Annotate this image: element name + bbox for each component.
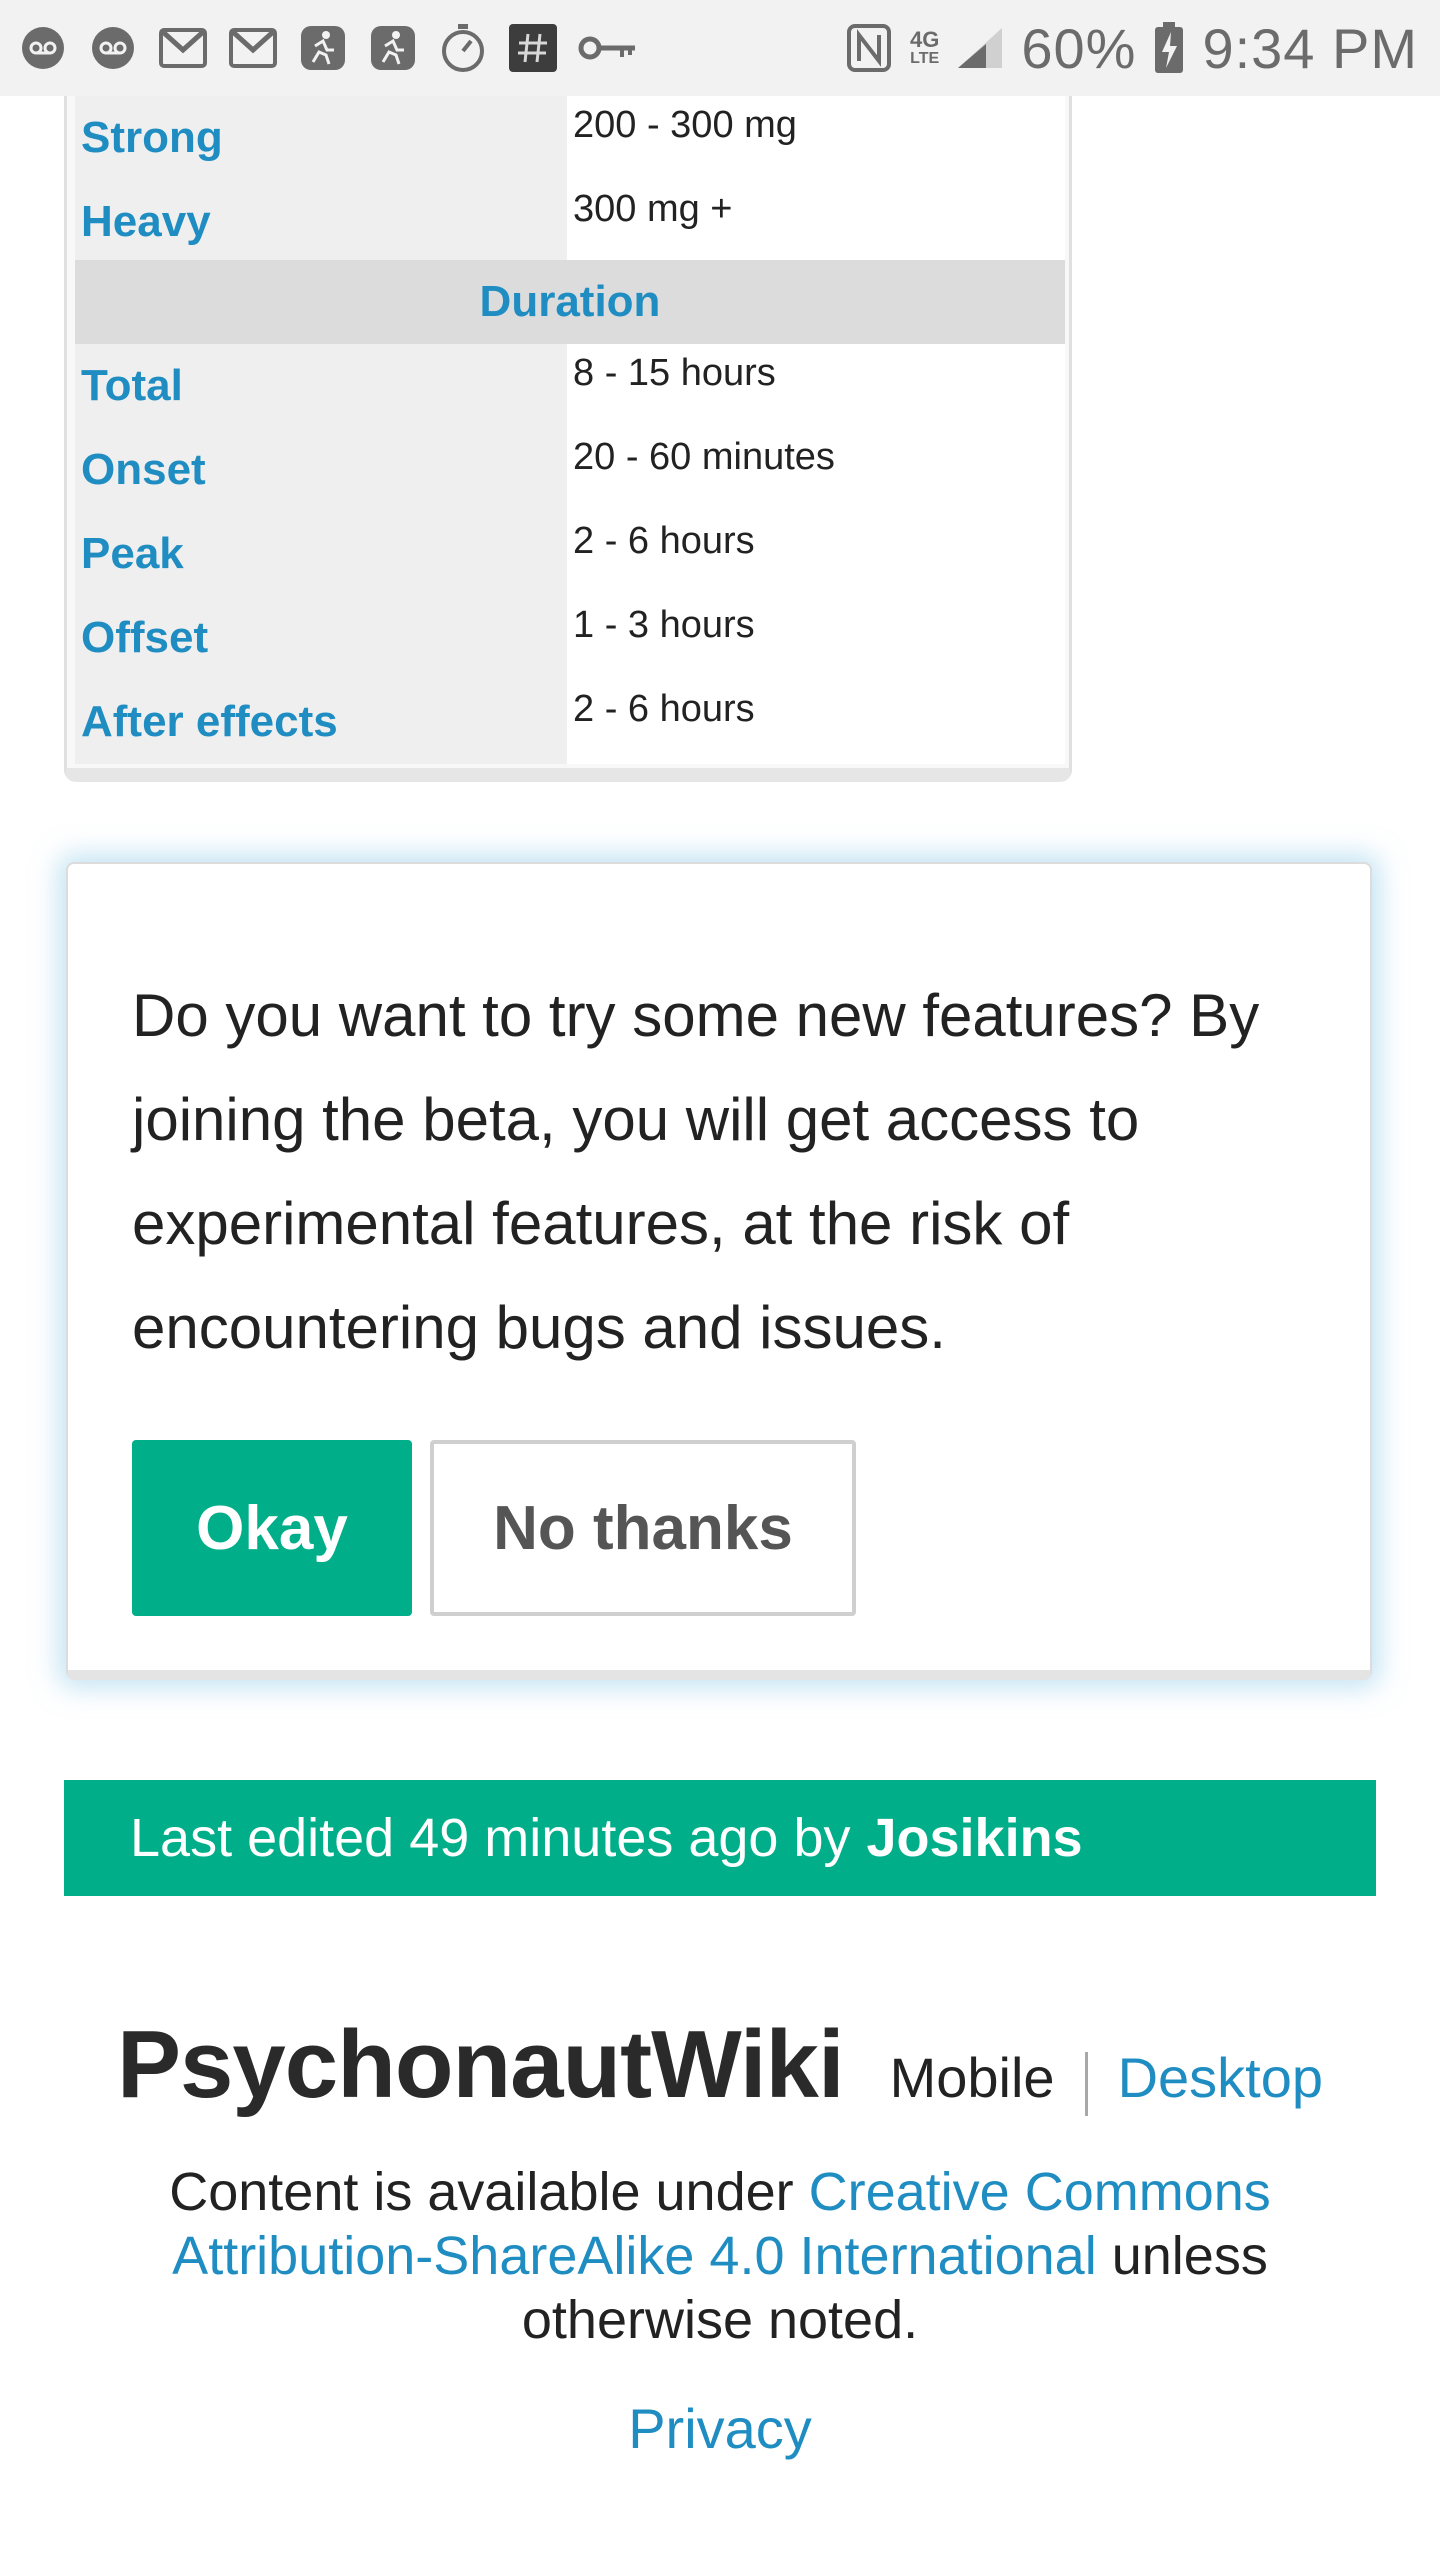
fitness-runner-icon — [298, 23, 348, 73]
voicemail-icon — [18, 23, 68, 73]
fitness-runner-icon — [368, 23, 418, 73]
section-header[interactable]: Duration — [75, 260, 1065, 344]
key-icon — [578, 23, 638, 73]
stopwatch-icon — [438, 23, 488, 73]
last-edited-text: Last edited 49 minutes ago by — [130, 1808, 851, 1868]
privacy-footer: Privacy — [0, 2396, 1440, 2461]
table-row: Total 8 - 15 hours — [75, 344, 1065, 428]
infobox-table: Strong 200 - 300 mg Heavy 300 mg + Durat… — [64, 96, 1072, 782]
license-notice: Content is available under Creative Comm… — [120, 2160, 1320, 2352]
row-value: 200 - 300 mg — [567, 96, 1065, 180]
table-row: Heavy 300 mg + — [75, 180, 1065, 264]
okay-button[interactable]: Okay — [132, 1440, 412, 1616]
battery-percentage: 60% — [1021, 16, 1137, 80]
network-type: 4G — [909, 27, 940, 52]
desktop-view-link[interactable]: Desktop — [1118, 2045, 1323, 2110]
notification-icons — [18, 0, 638, 96]
row-label[interactable]: After effects — [75, 680, 567, 764]
last-edited-bar[interactable]: Last edited 49 minutes ago by Josikins — [64, 1780, 1376, 1896]
row-value: 2 - 6 hours — [567, 512, 1065, 596]
network-subtype: LTE — [910, 50, 940, 67]
lte-icon: 4G LTE — [910, 29, 939, 67]
table-row: Onset 20 - 60 minutes — [75, 428, 1065, 512]
row-value: 1 - 3 hours — [567, 596, 1065, 680]
table-row: Peak 2 - 6 hours — [75, 512, 1065, 596]
footer-header: PsychonautWiki Mobile Desktop — [0, 2010, 1440, 2130]
row-label[interactable]: Strong — [75, 96, 567, 180]
last-editor-link[interactable]: Josikins — [866, 1807, 1082, 1869]
row-label[interactable]: Total — [75, 344, 567, 428]
gmail-icon — [158, 23, 208, 73]
table-row: Offset 1 - 3 hours — [75, 596, 1065, 680]
row-label[interactable]: Heavy — [75, 180, 567, 264]
signal-icon — [955, 23, 1005, 73]
row-value: 20 - 60 minutes — [567, 428, 1065, 512]
site-logo[interactable]: PsychonautWiki — [117, 2010, 845, 2120]
voicemail-icon — [88, 23, 138, 73]
table-row: After effects 2 - 6 hours — [75, 680, 1065, 764]
beta-message: Do you want to try some new features? By… — [132, 982, 1260, 1361]
hashtag-icon — [508, 23, 558, 73]
table-row: Strong 200 - 300 mg — [75, 96, 1065, 180]
view-separator — [1084, 2052, 1088, 2116]
clock: 9:34 PM — [1202, 16, 1418, 80]
row-value: 300 mg + — [567, 180, 1065, 264]
gmail-icon — [228, 23, 278, 73]
row-value: 8 - 15 hours — [567, 344, 1065, 428]
no-thanks-button[interactable]: No thanks — [430, 1440, 856, 1616]
license-prefix: Content is available under — [169, 2162, 809, 2222]
system-status: 4G LTE 60% 9:34 PM — [844, 0, 1418, 96]
nfc-icon — [844, 23, 894, 73]
status-bar: 4G LTE 60% 9:34 PM — [0, 0, 1440, 96]
row-label[interactable]: Peak — [75, 512, 567, 596]
row-value: 2 - 6 hours — [567, 680, 1065, 764]
beta-opt-in-dialog: Do you want to try some new features? By… — [66, 862, 1372, 1680]
row-label[interactable]: Onset — [75, 428, 567, 512]
privacy-link[interactable]: Privacy — [628, 2397, 812, 2460]
mobile-view-label: Mobile — [889, 2046, 1055, 2109]
battery-charging-icon — [1152, 22, 1186, 73]
row-label[interactable]: Offset — [75, 596, 567, 680]
